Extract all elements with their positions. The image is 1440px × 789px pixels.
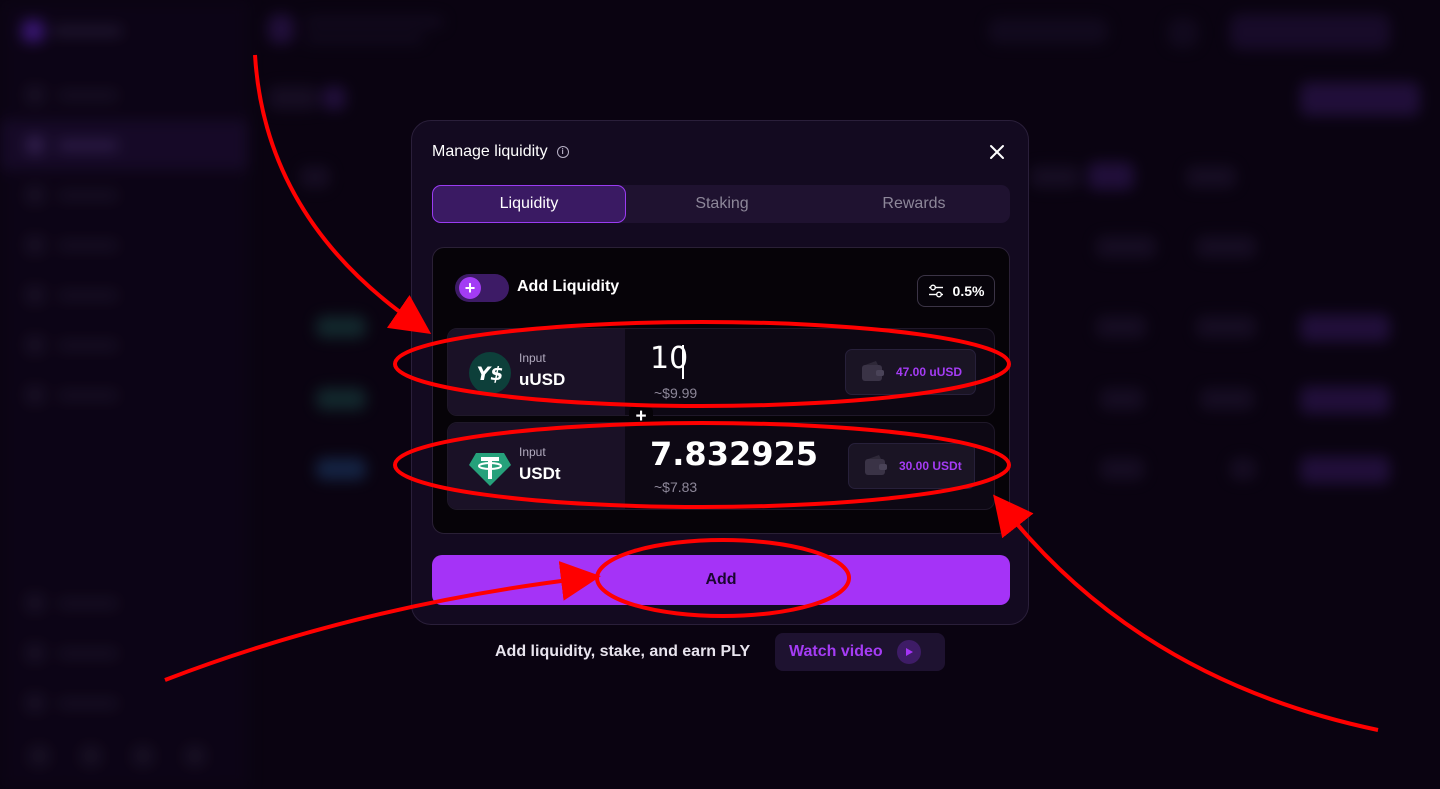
add-remove-toggle[interactable]: + bbox=[455, 274, 509, 302]
token-caption: Input bbox=[519, 445, 546, 459]
slippage-settings-button[interactable]: 0.5% bbox=[917, 275, 995, 307]
close-button[interactable] bbox=[988, 143, 1006, 161]
usdt-logo-icon bbox=[469, 453, 511, 486]
modal-title: Manage liquidity bbox=[432, 143, 548, 160]
tab-staking[interactable]: Staking bbox=[626, 185, 818, 223]
text-caret bbox=[682, 345, 684, 379]
add-button[interactable]: Add bbox=[432, 555, 1010, 605]
plus-icon: + bbox=[459, 277, 481, 299]
info-icon[interactable]: i bbox=[556, 146, 569, 158]
modal-header: Manage liquidity i bbox=[432, 143, 569, 161]
footer-text: Add liquidity, stake, and earn PLY bbox=[495, 643, 751, 660]
uusd-logo-icon: Y$ bbox=[469, 352, 511, 394]
token-input-usdt: Input USDt 7.832925 ~$7.83 30.00 USDt bbox=[447, 422, 995, 510]
usd-value: ~$7.83 bbox=[654, 479, 698, 495]
token-symbol: uUSD bbox=[519, 370, 566, 389]
balance-max-button-uusd[interactable]: 47.00 uUSD bbox=[845, 349, 976, 395]
svg-text:Y$: Y$ bbox=[477, 363, 504, 385]
usd-value: ~$9.99 bbox=[654, 385, 698, 401]
token-selector-usdt[interactable]: Input USDt bbox=[448, 423, 625, 509]
wallet-icon bbox=[862, 361, 884, 381]
slippage-value: 0.5% bbox=[952, 283, 985, 299]
token-caption: Input bbox=[519, 351, 546, 365]
tab-bar: Liquidity Staking Rewards bbox=[432, 185, 1010, 223]
tab-liquidity[interactable]: Liquidity bbox=[432, 185, 626, 223]
token-symbol: USDt bbox=[519, 464, 561, 483]
balance-value: 47.00 uUSD bbox=[896, 365, 963, 379]
close-icon bbox=[990, 145, 1004, 159]
liquidity-panel: + Add Liquidity 0.5% Y$ Input uUSD 10 ~$… bbox=[432, 247, 1010, 534]
sliders-icon bbox=[928, 284, 943, 298]
manage-liquidity-modal: Manage liquidity i Liquidity Staking Rew… bbox=[411, 120, 1029, 625]
amount-input-usdt[interactable]: 7.832925 bbox=[650, 435, 830, 473]
play-icon bbox=[896, 640, 921, 664]
mode-label: Add Liquidity bbox=[517, 278, 620, 295]
balance-max-button-usdt[interactable]: 30.00 USDt bbox=[848, 443, 975, 489]
token-input-uusd: Y$ Input uUSD 10 ~$9.99 47.00 uUSD bbox=[447, 328, 995, 416]
watch-video-button[interactable]: Watch video bbox=[775, 633, 945, 671]
amount-input-uusd[interactable]: 10 bbox=[650, 341, 830, 376]
token-selector-uusd[interactable]: Y$ Input uUSD bbox=[448, 329, 625, 415]
tab-rewards[interactable]: Rewards bbox=[818, 185, 1010, 223]
wallet-icon bbox=[865, 455, 887, 475]
balance-value: 30.00 USDt bbox=[899, 459, 962, 473]
watch-video-label: Watch video bbox=[789, 643, 883, 660]
